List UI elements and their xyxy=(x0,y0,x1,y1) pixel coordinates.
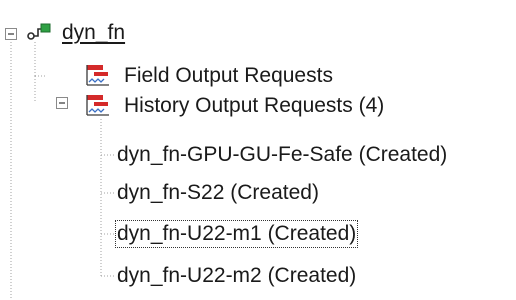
history-request-label: dyn_fn-U22-m2 (Created) xyxy=(117,264,357,287)
collapse-toggle-history[interactable] xyxy=(56,97,68,109)
tree-node-field-output-requests[interactable]: Field Output Requests xyxy=(124,63,333,89)
tree-node-history-request-4[interactable]: dyn_fn-U22-m2 (Created) xyxy=(117,263,356,289)
field-output-requests-label: Field Output Requests xyxy=(124,64,333,87)
history-request-label: dyn_fn-GPU-GU-Fe-Safe (Created) xyxy=(117,143,448,166)
history-request-label-selected: dyn_fn-U22-m1 (Created) xyxy=(114,220,359,248)
collapse-toggle-root[interactable] xyxy=(5,28,17,40)
tree-node-history-request-1[interactable]: dyn_fn-GPU-GU-Fe-Safe (Created) xyxy=(117,142,447,168)
model-icon xyxy=(27,23,51,40)
history-output-requests-label: History Output Requests (4) xyxy=(124,94,385,117)
tree-node-history-request-2[interactable]: dyn_fn-S22 (Created) xyxy=(117,180,319,206)
field-output-requests-icon xyxy=(86,65,109,86)
root-node-label: dyn_fn xyxy=(62,21,126,44)
tree-node-root[interactable]: dyn_fn xyxy=(62,20,125,46)
history-output-requests-icon xyxy=(86,95,109,116)
model-tree: dyn_fn Field Output Requests History Out… xyxy=(0,0,516,300)
history-request-label: dyn_fn-S22 (Created) xyxy=(117,181,319,204)
tree-node-history-output-requests[interactable]: History Output Requests (4) xyxy=(124,93,384,119)
tree-node-history-request-3[interactable]: dyn_fn-U22-m1 (Created) xyxy=(114,220,359,248)
